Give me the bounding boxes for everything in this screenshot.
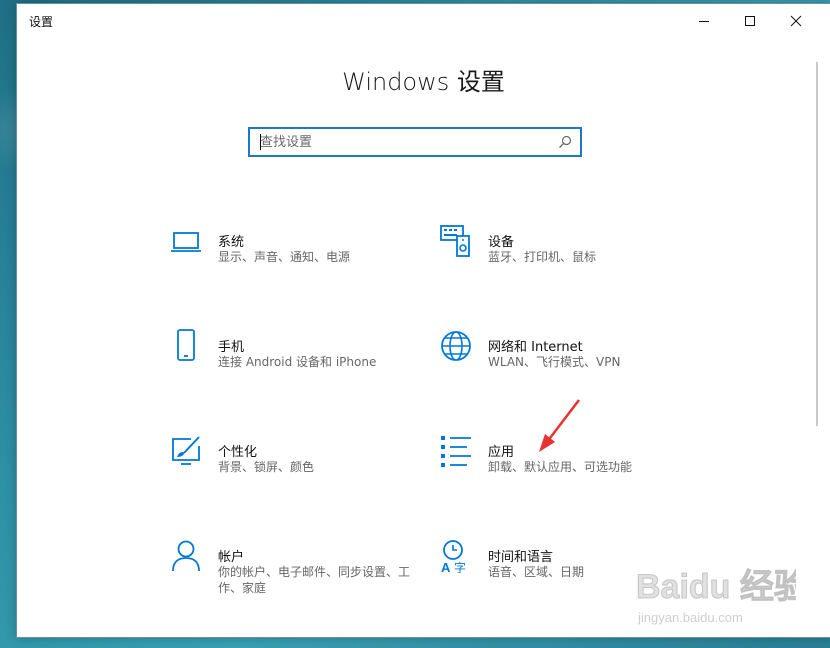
phone-icon (177, 329, 195, 361)
tile-accounts[interactable]: 帐户 你的帐户、电子邮件、同步设置、工作、家庭 (169, 539, 429, 595)
tile-name: 系统 (218, 235, 245, 250)
globe-icon (441, 331, 471, 361)
tile-system[interactable]: 系统 显示、声音、通知、电源 (169, 224, 429, 280)
close-icon (790, 15, 802, 27)
tile-network[interactable]: 网络和 Internet WLAN、飞行模式、VPN (439, 329, 699, 385)
tile-name: 个性化 (218, 445, 258, 460)
watermark-url: jingyan.baidu.com (637, 610, 743, 625)
search-icon[interactable] (558, 135, 572, 149)
time-language-icon: A 字 (441, 540, 466, 573)
settings-window: 设置 Windows 设置 系统 显示、声音、通知、电源 (16, 3, 830, 638)
svg-text:字: 字 (454, 560, 466, 573)
baidu-watermark: Baidu 经验 jingyan.baidu.com (636, 567, 796, 626)
tile-phone[interactable]: 手机 连接 Android 设备和 iPhone (169, 329, 429, 385)
tile-description: 显示、声音、通知、电源 (218, 250, 351, 264)
tile-name: 网络和 Internet (488, 340, 583, 355)
tile-name: 设备 (488, 235, 515, 250)
tile-description: 你的帐户、电子邮件、同步设置、工作、家庭 (218, 565, 411, 595)
tile-name: 手机 (218, 340, 245, 355)
tile-name: 帐户 (218, 550, 245, 565)
search-input[interactable] (260, 129, 550, 155)
watermark-brand: Baidu 经验 (636, 567, 796, 606)
close-button[interactable] (773, 4, 819, 38)
apps-list-icon (441, 436, 471, 467)
tile-description: 蓝牙、打印机、鼠标 (488, 250, 597, 264)
tile-name: 时间和语言 (488, 550, 554, 565)
laptop-icon (171, 232, 201, 252)
tile-name: 应用 (488, 445, 515, 460)
tile-description: 背景、锁屏、颜色 (218, 460, 315, 474)
title-bar: 设置 (17, 4, 830, 38)
maximize-button[interactable] (727, 4, 773, 38)
search-box[interactable] (248, 127, 582, 157)
annotation-arrow (539, 399, 580, 452)
tile-description: WLAN、飞行模式、VPN (488, 355, 621, 369)
keyboard-device-icon (440, 225, 470, 257)
tile-description: 连接 Android 设备和 iPhone (218, 355, 377, 369)
tile-personalization[interactable]: 个性化 背景、锁屏、颜色 (169, 434, 429, 490)
tile-devices[interactable]: 设备 蓝牙、打印机、鼠标 (439, 224, 699, 280)
tile-description: 卸载、默认应用、可选功能 (488, 460, 633, 474)
minimize-icon (699, 21, 709, 22)
scrollbar[interactable] (816, 62, 818, 426)
maximize-icon (745, 16, 755, 26)
page-title: Windows 设置 (342, 68, 505, 96)
paint-brush-icon (172, 436, 200, 465)
minimize-button[interactable] (681, 4, 727, 38)
window-title: 设置 (29, 15, 54, 29)
person-icon (172, 540, 200, 572)
svg-text:A: A (441, 560, 451, 573)
